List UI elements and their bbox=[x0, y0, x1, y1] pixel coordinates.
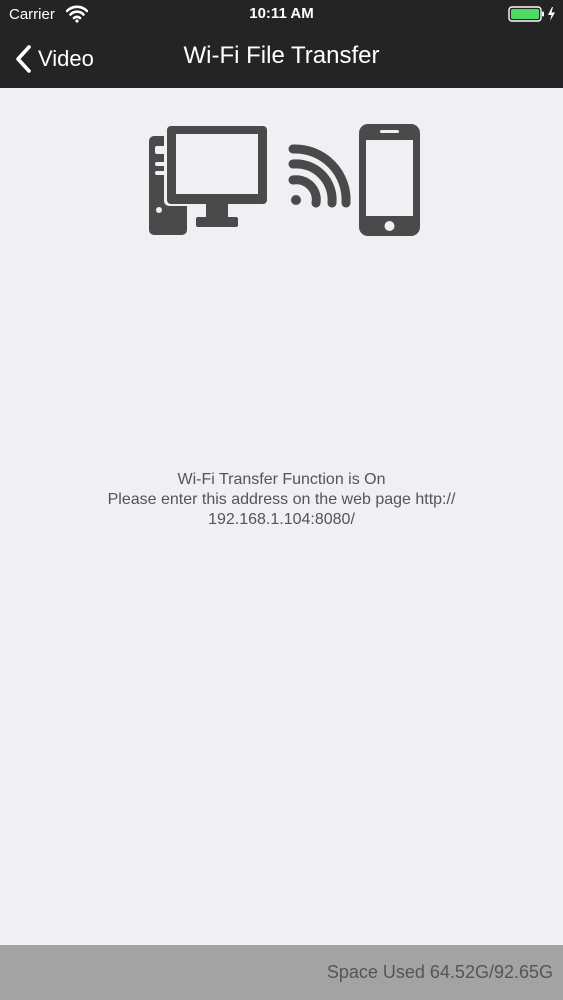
desktop-computer-icon bbox=[149, 124, 268, 235]
storage-footer: Space Used 64.52G/92.65G bbox=[0, 945, 563, 1000]
transfer-instructions: Wi-Fi Transfer Function is On Please ent… bbox=[40, 470, 523, 530]
smartphone-icon bbox=[359, 124, 420, 236]
status-bar: Carrier 10:11 AM bbox=[0, 0, 563, 30]
server-address-text: 192.168.1.104:8080/ bbox=[208, 511, 355, 528]
status-time: 10:11 AM bbox=[249, 5, 314, 22]
navigation-bar: Video Wi-Fi File Transfer bbox=[0, 30, 563, 88]
header: Carrier 10:11 AM Video Wi-Fi File Transf… bbox=[0, 0, 563, 88]
transfer-status-text: Wi-Fi Transfer Function is On bbox=[177, 471, 386, 488]
transfer-illustration bbox=[149, 124, 420, 236]
battery-icon bbox=[508, 6, 555, 22]
address-instruction-text: Please enter this address on the web pag… bbox=[107, 491, 456, 508]
space-used-value: 64.52G/92.65G bbox=[429, 962, 553, 982]
wifi-signal-icon bbox=[288, 144, 351, 208]
space-used-label: Space Used bbox=[326, 962, 425, 982]
space-used-indicator: Space Used 64.52G/92.65G bbox=[327, 962, 553, 983]
page-title: Wi-Fi File Transfer bbox=[183, 42, 380, 69]
